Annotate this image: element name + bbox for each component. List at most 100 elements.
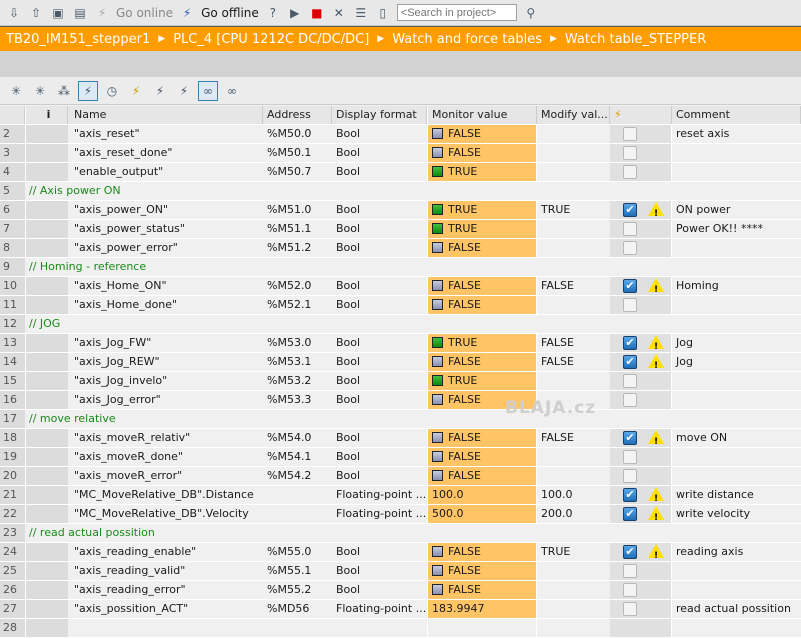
tag-comment[interactable]: read actual possition [672, 600, 801, 618]
force-checkbox[interactable] [623, 127, 637, 141]
table-row[interactable]: 20 "axis_moveR_error" %M54.2 Bool FALSE [0, 467, 801, 486]
tag-name[interactable]: "MC_MoveRelative_DB".Distance [68, 486, 263, 504]
tag-address[interactable] [263, 619, 332, 637]
header-force-icon[interactable]: ⚡ [610, 106, 672, 124]
table-row[interactable]: 22 "MC_MoveRelative_DB".Velocity Floatin… [0, 505, 801, 524]
tag-address[interactable]: %M50.0 [263, 125, 332, 143]
download-icon[interactable]: ⇩ [6, 5, 22, 21]
force-checkbox[interactable] [623, 374, 637, 388]
binoculars-icon[interactable]: ⚲ [523, 5, 539, 21]
tag-comment[interactable]: write distance [672, 486, 801, 504]
force-checkbox[interactable]: ✔ [623, 545, 637, 559]
table-group-row[interactable]: 9 // Homing - reference [0, 258, 801, 277]
tag-name[interactable]: "enable_output" [68, 163, 263, 181]
tag-comment[interactable]: write velocity [672, 505, 801, 523]
display-format[interactable]: Bool [332, 562, 427, 580]
stop-cpu-icon[interactable]: ■ [309, 5, 325, 21]
force-checkbox[interactable] [623, 165, 637, 179]
header-comment[interactable]: Comment [672, 106, 801, 124]
group-comment[interactable]: // Axis power ON [25, 182, 801, 200]
breadcrumb-project[interactable]: TB20_IM151_stepper1 [6, 32, 150, 47]
split-vertical-icon[interactable]: ▯ [375, 5, 391, 21]
table-row[interactable]: 3 "axis_reset_done" %M50.1 Bool FALSE [0, 144, 801, 163]
tag-address[interactable]: %M55.0 [263, 543, 332, 561]
force-checkbox[interactable] [623, 146, 637, 160]
tag-name[interactable] [68, 619, 263, 637]
tag-name[interactable]: "axis_moveR_relativ" [68, 429, 263, 447]
accessible-devices-icon[interactable]: ? [265, 5, 281, 21]
table-row[interactable]: 19 "axis_moveR_done" %M54.1 Bool FALSE [0, 448, 801, 467]
tag-name[interactable]: "axis_power_error" [68, 239, 263, 257]
display-format[interactable]: Bool [332, 296, 427, 314]
force-cell[interactable]: ✔! [610, 353, 672, 371]
breadcrumb-watch-tables[interactable]: Watch and force tables [392, 32, 542, 47]
go-online-icon[interactable]: ⚡ [94, 5, 110, 21]
display-format[interactable]: Bool [332, 163, 427, 181]
insert-row-icon[interactable]: ✳ [6, 81, 26, 101]
modify-value[interactable]: TRUE [537, 543, 610, 561]
force-cell[interactable]: ✔! [610, 543, 672, 561]
modify-value[interactable] [537, 619, 610, 637]
tag-comment[interactable] [672, 448, 801, 466]
tag-address[interactable]: %M55.2 [263, 581, 332, 599]
modify-value[interactable]: FALSE [537, 277, 610, 295]
table-row[interactable]: 10 "axis_Home_ON" %M52.0 Bool FALSE FALS… [0, 277, 801, 296]
table-group-row[interactable]: 17 // move relative [0, 410, 801, 429]
tag-name[interactable]: "axis_reset" [68, 125, 263, 143]
monitor-once-icon[interactable]: ∞ [222, 81, 242, 101]
display-format[interactable]: Bool [332, 125, 427, 143]
tag-address[interactable]: %MD56 [263, 600, 332, 618]
display-format[interactable]: Bool [332, 239, 427, 257]
table-group-row[interactable]: 12 // JOG [0, 315, 801, 334]
table-row[interactable]: 15 "axis_Jog_invelo" %M53.2 Bool TRUE [0, 372, 801, 391]
modify-value[interactable] [537, 467, 610, 485]
modify-value[interactable] [537, 163, 610, 181]
monitor-all-icon[interactable]: ∞ [198, 80, 218, 101]
tag-name[interactable]: "axis_reading_error" [68, 581, 263, 599]
tag-name[interactable]: "axis_Jog_error" [68, 391, 263, 409]
tag-comment[interactable]: reset axis [672, 125, 801, 143]
simulation-icon[interactable]: ▣ [50, 5, 66, 21]
force-checkbox[interactable] [623, 298, 637, 312]
force-cell[interactable] [610, 448, 672, 466]
tag-name[interactable]: "axis_power_status" [68, 220, 263, 238]
tag-comment[interactable]: Jog [672, 353, 801, 371]
modify-value[interactable] [537, 220, 610, 238]
go-offline-icon[interactable]: ⚡ [179, 5, 195, 21]
modify-value[interactable]: 200.0 [537, 505, 610, 523]
force-checkbox[interactable]: ✔ [623, 355, 637, 369]
force-checkbox[interactable]: ✔ [623, 279, 637, 293]
tag-address[interactable]: %M55.1 [263, 562, 332, 580]
force-checkbox[interactable]: ✔ [623, 431, 637, 445]
tag-address[interactable]: %M50.1 [263, 144, 332, 162]
modify-value[interactable]: FALSE [537, 334, 610, 352]
force-cell[interactable] [610, 239, 672, 257]
force-checkbox[interactable]: ✔ [623, 507, 637, 521]
tag-comment[interactable]: Power OK!! **** [672, 220, 801, 238]
breadcrumb-watch-table[interactable]: Watch table_STEPPER [565, 32, 706, 47]
tag-name[interactable]: "axis_reading_valid" [68, 562, 263, 580]
group-comment[interactable]: // JOG [25, 315, 801, 333]
display-format[interactable]: Bool [332, 429, 427, 447]
tag-name[interactable]: "axis_Home_done" [68, 296, 263, 314]
group-comment[interactable]: // Homing - reference [25, 258, 801, 276]
tag-address[interactable]: %M52.0 [263, 277, 332, 295]
tag-name[interactable]: "axis_Jog_invelo" [68, 372, 263, 390]
force-cell[interactable] [610, 600, 672, 618]
tag-name[interactable]: "axis_possition_ACT" [68, 600, 263, 618]
modify-value[interactable] [537, 581, 610, 599]
tag-comment[interactable] [672, 391, 801, 409]
force-cell[interactable] [610, 619, 672, 637]
force-checkbox[interactable] [623, 393, 637, 407]
tag-address[interactable]: %M52.1 [263, 296, 332, 314]
table-row[interactable]: 4 "enable_output" %M50.7 Bool TRUE [0, 163, 801, 182]
modify-value[interactable]: FALSE [537, 353, 610, 371]
search-input[interactable] [396, 4, 517, 21]
table-row[interactable]: 26 "axis_reading_error" %M55.2 Bool FALS… [0, 581, 801, 600]
modify-value[interactable] [537, 144, 610, 162]
tag-address[interactable]: %M51.2 [263, 239, 332, 257]
modify-value[interactable] [537, 125, 610, 143]
tag-address[interactable]: %M51.0 [263, 201, 332, 219]
show-all-modify-icon[interactable]: ⁂ [54, 81, 74, 101]
tag-comment[interactable] [672, 144, 801, 162]
